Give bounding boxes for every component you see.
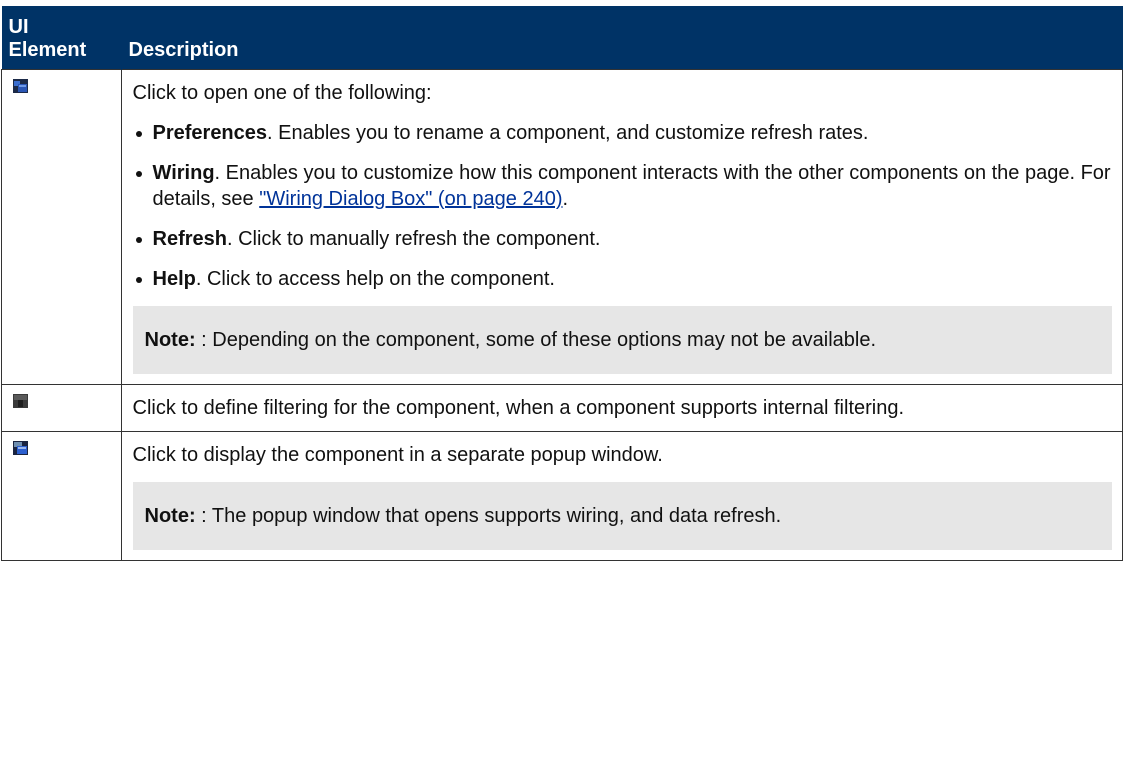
note-box: Note: : The popup window that opens supp…	[132, 482, 1112, 550]
note-box: Note: : Depending on the component, some…	[132, 306, 1112, 374]
ui-elements-table: UI Element Description Click to open one …	[1, 6, 1123, 561]
note-label: Note:	[144, 505, 196, 527]
description-cell: Click to define filtering for the compon…	[120, 384, 1123, 432]
options-list: Preferences. Enables you to rename a com…	[133, 120, 1113, 292]
option-text: . Click to manually refresh the componen…	[226, 228, 601, 250]
option-name: Wiring	[152, 162, 215, 184]
header-ui-element: UI Element	[1, 6, 122, 70]
list-item: Refresh. Click to manually refresh the c…	[133, 226, 1113, 252]
option-name: Refresh	[152, 228, 227, 250]
ui-element-cell	[1, 384, 122, 432]
header-description: Description	[121, 6, 1123, 70]
row-intro-text: Click to open one of the following:	[132, 82, 432, 104]
description-cell: Click to open one of the following: Pref…	[120, 69, 1123, 385]
list-item: Help. Click to access help on the compon…	[133, 266, 1113, 292]
note-text: : The popup window that opens supports w…	[195, 505, 782, 527]
table-row: Click to open one of the following: Pref…	[1, 69, 1123, 385]
note-text: : Depending on the component, some of th…	[195, 329, 877, 351]
option-name: Preferences	[152, 122, 268, 144]
option-text: . Enables you to rename a component, and…	[267, 122, 869, 144]
option-text-end: .	[562, 188, 569, 210]
table-header-row: UI Element Description	[1, 6, 1123, 70]
table-row: Click to display the component in a sepa…	[1, 431, 1123, 561]
ui-element-cell	[1, 69, 122, 385]
row-text: Click to display the component in a sepa…	[132, 444, 663, 466]
component-menu-icon	[13, 79, 28, 93]
option-name: Help	[152, 268, 196, 290]
note-label: Note:	[144, 329, 196, 351]
description-cell: Click to display the component in a sepa…	[120, 431, 1123, 561]
bullet-icon	[135, 237, 142, 243]
header-ui-line1: UI	[8, 16, 29, 38]
popup-window-icon	[13, 441, 28, 455]
list-item: Preferences. Enables you to rename a com…	[133, 120, 1113, 146]
bullet-icon	[135, 171, 142, 177]
header-ui-line2: Element	[8, 39, 87, 61]
bullet-icon	[135, 131, 142, 137]
ui-element-cell	[1, 431, 122, 561]
table-row: Click to define filtering for the compon…	[1, 384, 1123, 432]
row-text: Click to define filtering for the compon…	[132, 397, 905, 419]
bullet-icon	[135, 277, 142, 283]
option-text: . Click to access help on the component.	[195, 268, 555, 290]
list-item: Wiring. Enables you to customize how thi…	[133, 160, 1113, 212]
filter-icon	[13, 394, 28, 408]
wiring-dialog-link[interactable]: "Wiring Dialog Box" (on page 240)	[259, 188, 562, 210]
